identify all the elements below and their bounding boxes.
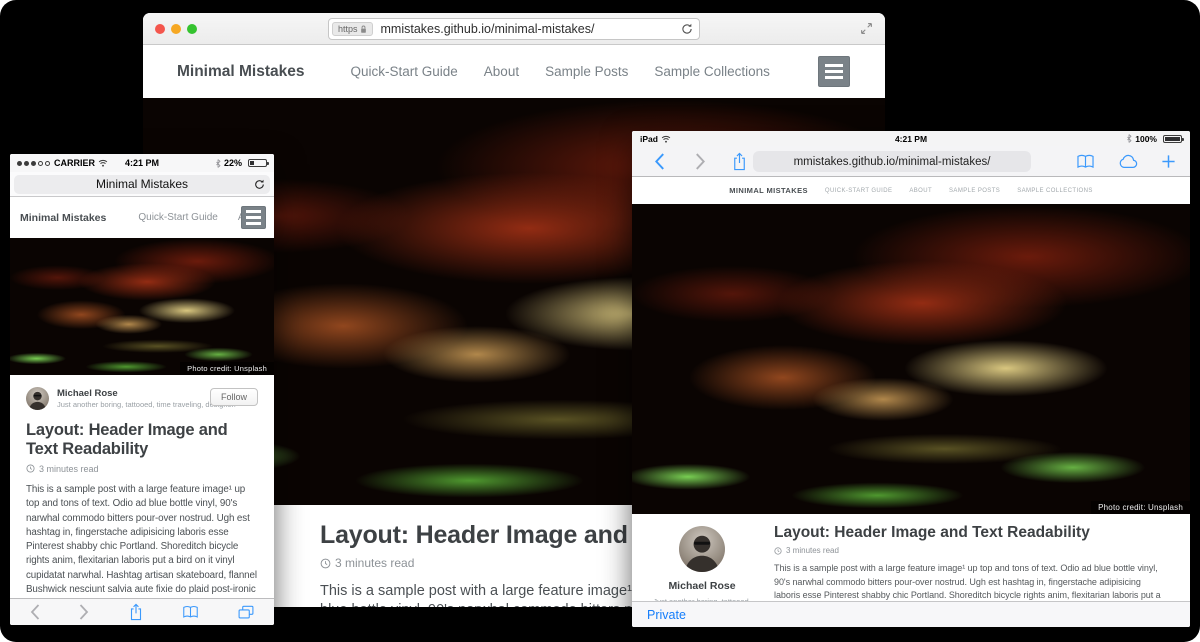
- article-paragraph-1: This is a sample post with a large featu…: [26, 483, 258, 598]
- site-title-link[interactable]: Minimal Mistakes: [177, 63, 305, 81]
- iphone-address-field[interactable]: Minimal Mistakes: [14, 175, 270, 194]
- article-title: Layout: Header Image and Text Readabilit…: [26, 421, 258, 459]
- read-time: 3 minutes read: [26, 464, 258, 474]
- icloud-tabs-icon[interactable]: [1117, 154, 1139, 169]
- bookmarks-icon[interactable]: [182, 605, 199, 619]
- minimize-window-button[interactable]: [171, 24, 181, 34]
- back-icon[interactable]: [654, 153, 665, 170]
- follow-button[interactable]: Follow: [210, 388, 258, 406]
- window-controls: [155, 24, 197, 34]
- lock-icon: [360, 25, 367, 34]
- responsive-showcase: https mmistakes.github.io/minimal-mistak…: [0, 0, 1200, 642]
- site-title-link[interactable]: Minimal Mistakes: [20, 212, 106, 224]
- header-leaf-image: Photo credit: Unsplash: [10, 238, 274, 375]
- iphone-url-text: Minimal Mistakes: [96, 177, 188, 191]
- author-avatar: [679, 526, 725, 572]
- reload-icon[interactable]: [254, 179, 265, 190]
- fullscreen-icon[interactable]: [860, 22, 873, 40]
- clock-icon: [774, 547, 782, 555]
- tabs-icon[interactable]: [238, 605, 254, 620]
- read-time-label: 3 minutes read: [335, 556, 414, 570]
- ipad-address-field[interactable]: mmistakes.github.io/minimal-mistakes/: [753, 151, 1031, 172]
- read-time-label: 3 minutes read: [786, 546, 839, 555]
- forward-icon[interactable]: [79, 604, 89, 620]
- desktop-browser-chrome: https mmistakes.github.io/minimal-mistak…: [143, 13, 885, 45]
- menu-hamburger-icon[interactable]: [241, 206, 266, 229]
- battery-icon: [1163, 135, 1182, 143]
- ipad-site-nav: MINIMAL MISTAKES QUICK-START GUIDE ABOUT…: [632, 177, 1190, 204]
- nav-link-quick-start[interactable]: Quick-Start Guide: [138, 212, 217, 223]
- article-body: This is a sample post with a large featu…: [774, 562, 1162, 601]
- article-column: Layout: Header Image and Text Readabilit…: [774, 524, 1162, 601]
- iphone-bottom-toolbar: [10, 598, 274, 625]
- reload-icon[interactable]: [681, 23, 693, 35]
- author-row: Michael Rose Just another boring, tattoo…: [26, 387, 258, 410]
- clock-icon: [26, 464, 35, 473]
- battery-icon: [248, 159, 267, 167]
- back-icon[interactable]: [30, 604, 40, 620]
- forward-icon[interactable]: [695, 153, 706, 170]
- nav-link-about[interactable]: ABOUT: [909, 188, 932, 194]
- share-icon[interactable]: [129, 603, 143, 621]
- iphone-url-row: Minimal Mistakes: [10, 172, 274, 197]
- nav-link-sample-collections[interactable]: SAMPLE COLLECTIONS: [1017, 188, 1093, 194]
- address-bar[interactable]: https mmistakes.github.io/minimal-mistak…: [328, 18, 700, 40]
- close-window-button[interactable]: [155, 24, 165, 34]
- ipad-status-bar: iPad 4:21 PM 100%: [632, 131, 1190, 146]
- https-label: https: [338, 24, 358, 34]
- iphone-safari: CARRIER 4:21 PM 22% Minimal Mistakes: [10, 154, 274, 625]
- photo-credit-badge: Photo credit: Unsplash: [1091, 501, 1190, 514]
- author-avatar: [26, 387, 49, 410]
- ipad-url-text: mmistakes.github.io/minimal-mistakes/: [794, 156, 991, 168]
- maximize-window-button[interactable]: [187, 24, 197, 34]
- author-name: Michael Rose: [646, 580, 758, 592]
- ipad-safari: iPad 4:21 PM 100%: [632, 131, 1190, 627]
- site-title-link[interactable]: MINIMAL MISTAKES: [729, 186, 808, 195]
- new-tab-icon[interactable]: [1161, 154, 1176, 169]
- header-leaf-image: Photo credit: Unsplash: [632, 204, 1190, 514]
- read-time: 3 minutes read: [774, 546, 1162, 555]
- ipad-toolbar: mmistakes.github.io/minimal-mistakes/: [632, 146, 1190, 177]
- nav-link-sample-posts[interactable]: Sample Posts: [545, 64, 628, 79]
- article-title: Layout: Header Image and Text Readabilit…: [774, 524, 1162, 542]
- read-time-label: 3 minutes read: [39, 464, 99, 474]
- clock-icon: [320, 558, 331, 569]
- iphone-status-bar: CARRIER 4:21 PM 22%: [10, 154, 274, 172]
- nav-link-quick-start[interactable]: QUICK-START GUIDE: [825, 188, 892, 194]
- iphone-article: Michael Rose Just another boring, tattoo…: [10, 375, 274, 598]
- bookmarks-icon[interactable]: [1076, 154, 1095, 169]
- nav-link-quick-start[interactable]: Quick-Start Guide: [351, 64, 458, 79]
- nav-link-about[interactable]: About: [484, 64, 519, 79]
- private-button[interactable]: Private: [647, 608, 686, 622]
- private-browsing-bar: Private: [632, 601, 1190, 627]
- ipad-article: Michael Rose Just another boring, tattoo…: [632, 514, 1190, 601]
- share-icon[interactable]: [732, 152, 747, 171]
- https-badge: https: [332, 22, 373, 36]
- menu-hamburger-icon[interactable]: [818, 56, 850, 87]
- author-column: Michael Rose Just another boring, tattoo…: [646, 524, 758, 601]
- iphone-site-nav: Minimal Mistakes Quick-Start Guide About: [10, 197, 274, 238]
- status-time: 4:21 PM: [632, 134, 1190, 144]
- photo-credit-badge: Photo credit: Unsplash: [180, 362, 274, 375]
- nav-link-sample-posts[interactable]: SAMPLE POSTS: [949, 188, 1000, 194]
- desktop-site-nav: Minimal Mistakes Quick-Start Guide About…: [143, 45, 885, 98]
- url-text: mmistakes.github.io/minimal-mistakes/: [381, 22, 595, 36]
- status-time: 4:21 PM: [10, 158, 274, 168]
- nav-link-sample-collections[interactable]: Sample Collections: [654, 64, 770, 79]
